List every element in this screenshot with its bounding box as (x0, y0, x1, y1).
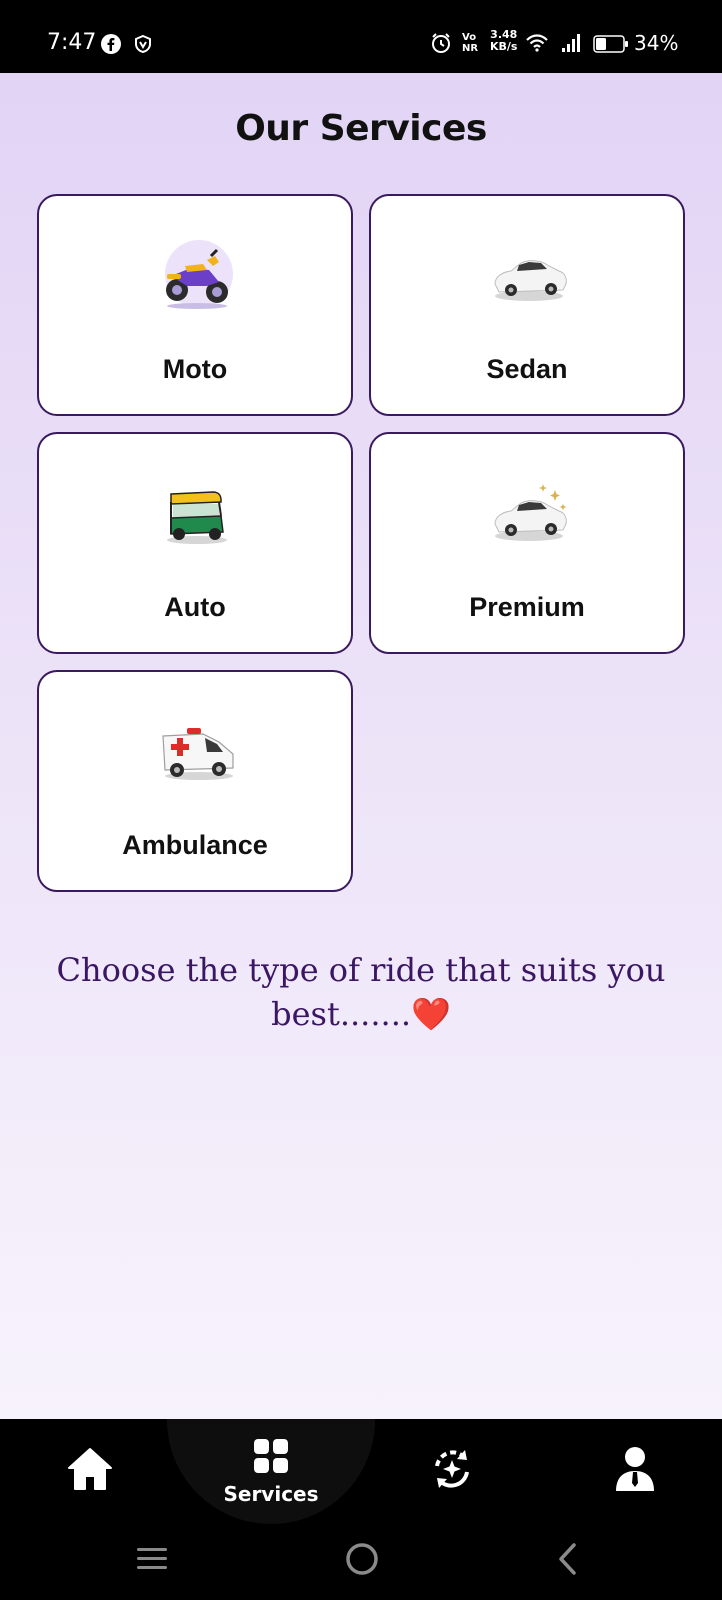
sedan-car-icon (494, 260, 567, 301)
signal-icon (562, 34, 580, 52)
motorcycle-icon (165, 240, 233, 309)
nav-item-profile[interactable] (560, 1419, 722, 1524)
service-card-sedan[interactable]: Sedan (369, 194, 685, 416)
wifi-icon (526, 34, 548, 52)
battery-icon (593, 35, 628, 53)
vpn-shield-icon (135, 34, 151, 54)
nav-label-services: Services (223, 1482, 319, 1506)
bottom-nav: Services (0, 1419, 722, 1524)
network-speed: 3.48 KB/s (490, 28, 518, 53)
facebook-icon (101, 34, 121, 54)
service-label-auto: Auto (164, 592, 226, 622)
auto-rickshaw-icon (167, 491, 227, 544)
premium-car-icon (494, 484, 567, 541)
heart-icon: ❤️ (411, 995, 451, 1033)
service-label-moto: Moto (162, 354, 228, 384)
system-nav-bar (0, 1524, 722, 1600)
nav-item-home[interactable] (0, 1419, 180, 1524)
service-label-sedan: Sedan (486, 354, 568, 384)
back-icon[interactable] (556, 1542, 580, 1576)
service-card-auto[interactable]: Auto (37, 432, 353, 654)
alarm-icon (432, 33, 450, 53)
home-circle-icon[interactable] (344, 1541, 380, 1577)
service-card-ambulance[interactable]: Ambulance (37, 670, 353, 892)
tagline: Choose the type of ride that suits you b… (40, 948, 682, 1036)
grid-icon (254, 1439, 288, 1473)
tagline-text: Choose the type of ride that suits you b… (56, 951, 666, 1033)
status-time: 7:47 (47, 30, 97, 55)
status-bar: 7:47 Vo NR 3.48 KB/s 34% (0, 0, 722, 73)
ambulance-icon (162, 728, 234, 780)
service-label-ambulance: Ambulance (122, 830, 268, 860)
service-label-premium: Premium (469, 592, 585, 622)
user-icon (616, 1447, 654, 1491)
menu-icon[interactable] (135, 1544, 169, 1574)
page-title: Our Services (235, 108, 487, 149)
service-card-premium[interactable]: Premium (369, 432, 685, 654)
services-screen: Our Services Moto Sedan Auto Premium Amb… (0, 73, 722, 1419)
nav-item-services[interactable]: Services (167, 1419, 375, 1524)
battery-percent: 34% (634, 31, 679, 55)
nav-item-activity[interactable] (380, 1419, 540, 1524)
service-card-moto[interactable]: Moto (37, 194, 353, 416)
volte-indicator: Vo NR (462, 32, 479, 54)
refresh-sparkle-icon (435, 1450, 469, 1488)
home-icon (68, 1448, 112, 1490)
